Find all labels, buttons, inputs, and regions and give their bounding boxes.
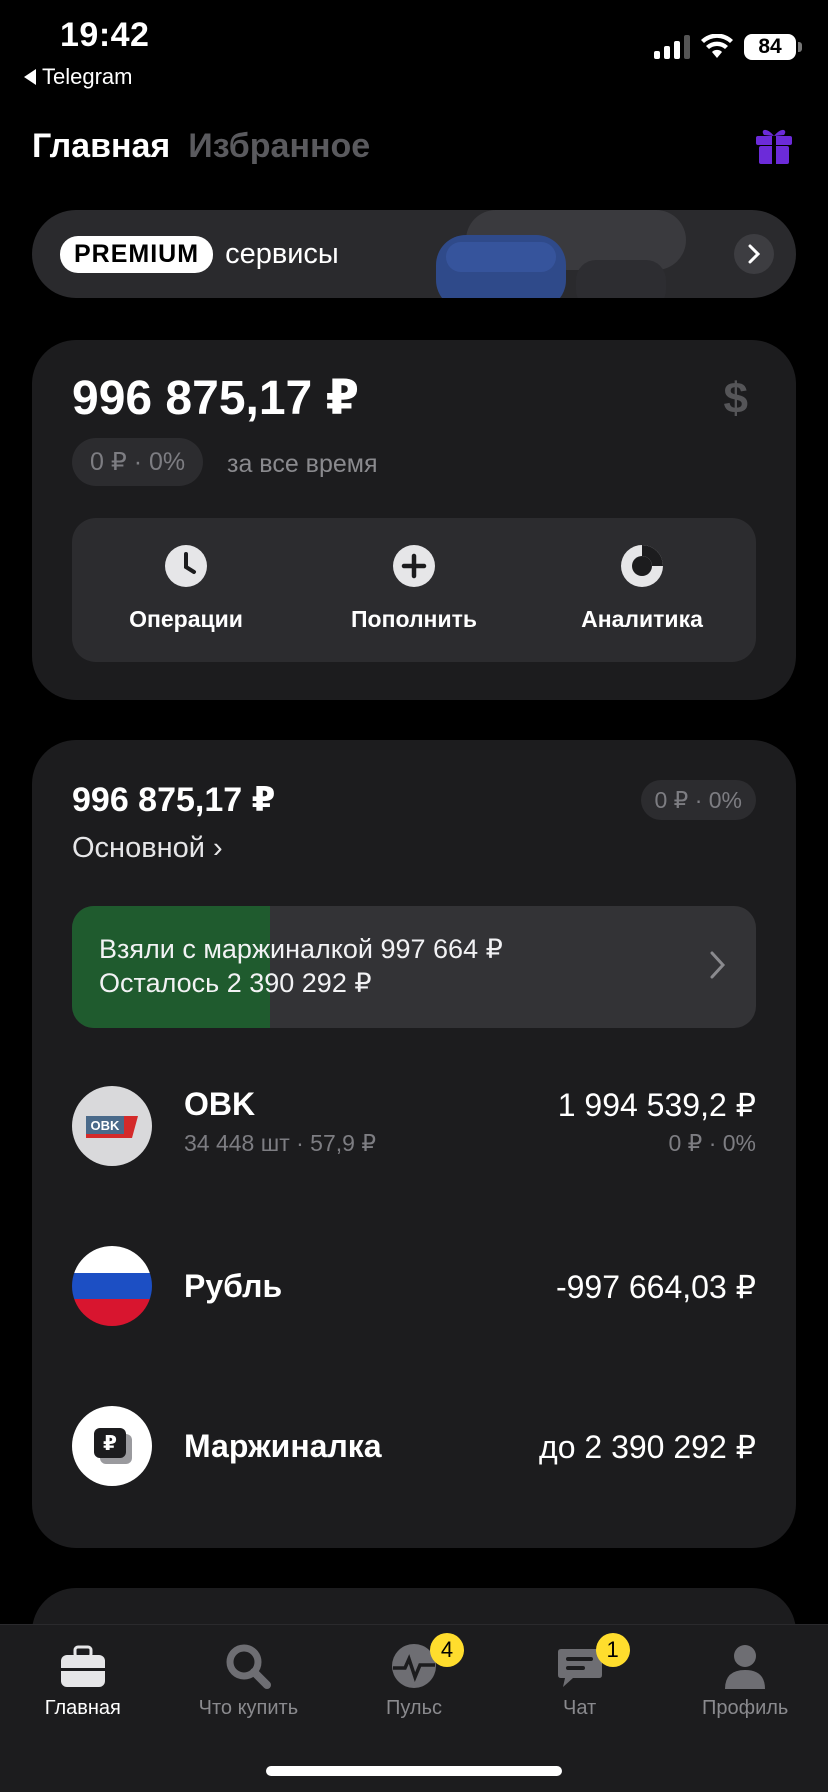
nav-label: Пульс xyxy=(385,1697,442,1719)
balance-card: 996 875,17 ₽ $ 0 ₽ · 0% за все время Опе… xyxy=(32,340,796,700)
nav-label: Чат xyxy=(562,1697,597,1719)
briefcase-icon xyxy=(60,1645,105,1687)
premium-badge: PREMIUM xyxy=(60,235,214,273)
nav-label: Профиль xyxy=(702,1697,789,1719)
asset-value: до 2 390 292 ₽ xyxy=(539,1429,756,1465)
status-indicators: 84 xyxy=(654,34,802,60)
asset-name: Маржиналка xyxy=(184,1428,382,1464)
premium-text: сервисы xyxy=(225,237,339,270)
cellular-signal-icon xyxy=(654,35,690,59)
nav-profile[interactable]: Профиль xyxy=(662,1625,828,1792)
profile-icon xyxy=(725,1645,766,1689)
portfolio-card: 996 875,17 ₽ 0 ₽ · 0% Основной › Взяли с… xyxy=(32,740,796,1548)
clock-icon xyxy=(165,545,207,587)
wifi-icon xyxy=(701,34,733,58)
back-to-telegram[interactable]: Telegram xyxy=(24,64,132,90)
quick-actions: Операции Пополнить Аналитика xyxy=(72,518,756,662)
asset-name: OBK xyxy=(184,1086,256,1122)
russian-flag-icon xyxy=(72,1246,152,1326)
nav-label: Что купить xyxy=(198,1697,299,1719)
margin-remaining-text: Осталось 2 390 292 ₽ xyxy=(99,968,372,998)
asset-row-margin[interactable]: ₽ Маржиналка до 2 390 292 ₽ xyxy=(72,1406,756,1486)
operations-label: Операции xyxy=(129,606,243,632)
gift-icon[interactable] xyxy=(752,122,796,166)
asset-change: 0 ₽ · 0% xyxy=(668,1130,757,1156)
balance-change-period[interactable]: за все время xyxy=(227,450,377,479)
asset-row-ruble[interactable]: Рубль -997 664,03 ₽ xyxy=(72,1246,756,1326)
back-arrow-icon xyxy=(24,69,36,85)
premium-decoration-image xyxy=(436,210,686,298)
header: Главная Избранное xyxy=(32,120,796,172)
chevron-right-icon[interactable] xyxy=(734,234,774,274)
obk-logo: OBK xyxy=(72,1086,152,1166)
plus-icon xyxy=(393,545,435,587)
asset-value: -997 664,03 ₽ xyxy=(555,1269,756,1305)
obk-logo-text: OBK xyxy=(91,1118,121,1133)
margin-taken-text: Взяли с маржиналкой 997 664 ₽ xyxy=(99,934,503,964)
pie-chart-icon xyxy=(621,545,663,587)
margin-loan-banner[interactable]: Взяли с маржиналкой 997 664 ₽ Осталось 2… xyxy=(72,906,756,1028)
asset-row-obk[interactable]: OBK OBK 34 448 шт · 57,9 ₽ 1 994 539,2 ₽… xyxy=(72,1086,756,1166)
portfolio-amount: 996 875,17 ₽ xyxy=(72,781,276,819)
top-up-label: Пополнить xyxy=(351,606,477,632)
asset-name: Рубль xyxy=(184,1268,283,1304)
portfolio-change-badge: 0 ₽ · 0% xyxy=(640,780,756,820)
analytics-button[interactable]: Аналитика xyxy=(528,518,756,662)
portfolio-name-link[interactable]: Основной › xyxy=(72,832,223,865)
battery-icon: 84 xyxy=(744,34,802,60)
total-balance: 996 875,17 ₽ xyxy=(72,372,359,425)
back-label: Telegram xyxy=(42,64,133,89)
tab-favorites[interactable]: Избранное xyxy=(188,127,370,166)
asset-value: 1 994 539,2 ₽ xyxy=(557,1087,756,1123)
balance-change-badge: 0 ₽ · 0% xyxy=(72,438,204,486)
ruble-wallet-icon: ₽ xyxy=(72,1406,152,1486)
search-icon xyxy=(226,1644,272,1689)
analytics-label: Аналитика xyxy=(581,606,703,632)
pulse-badge: 4 xyxy=(429,1633,464,1667)
nav-label: Главная xyxy=(44,1697,121,1719)
nav-home[interactable]: Главная xyxy=(0,1625,166,1792)
operations-button[interactable]: Операции xyxy=(72,518,300,662)
chat-badge: 1 xyxy=(595,1633,630,1667)
margin-loan-text: Взяли с маржиналкой 997 664 ₽ Осталось 2… xyxy=(99,932,503,1000)
status-time: 19:42 xyxy=(60,16,150,54)
home-indicator[interactable] xyxy=(266,1766,562,1776)
top-up-button[interactable]: Пополнить xyxy=(300,518,528,662)
svg-text:₽: ₽ xyxy=(103,1431,117,1455)
currency-switch-icon[interactable]: $ xyxy=(724,374,748,424)
tab-main[interactable]: Главная xyxy=(32,127,170,166)
asset-quantity-price: 34 448 шт · 57,9 ₽ xyxy=(184,1130,376,1156)
premium-services-banner[interactable]: PREMIUM сервисы xyxy=(32,210,796,298)
chevron-right-icon xyxy=(710,951,726,979)
